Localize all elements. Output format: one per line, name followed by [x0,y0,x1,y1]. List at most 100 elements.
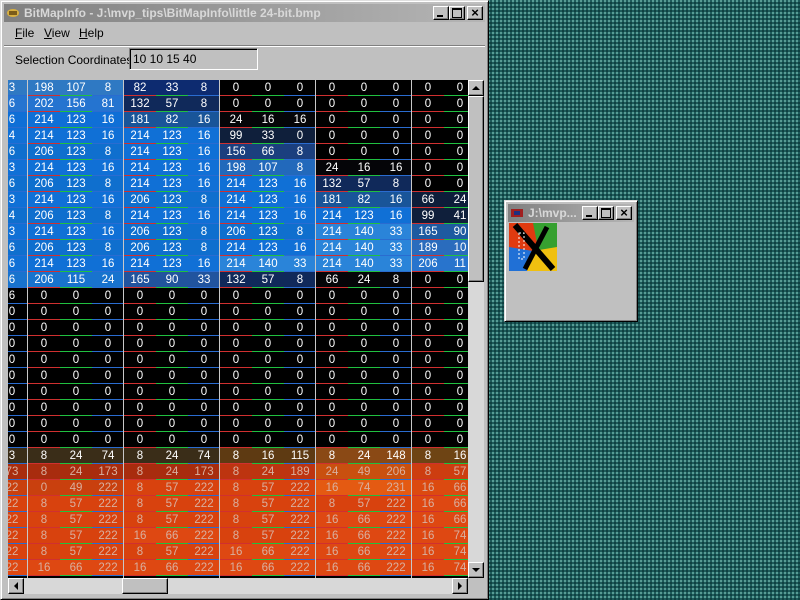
pixel-cell[interactable]: 16 [188,208,220,224]
pixel-cell[interactable]: 22 [8,528,28,544]
pixel-cell[interactable]: 8 [124,448,156,464]
pixel-cell[interactable]: 222 [380,560,412,576]
pixel-cell[interactable]: 148 [380,448,412,464]
pixel-cell[interactable]: 8 [284,144,316,160]
pixel-cell[interactable]: 8 [28,512,60,528]
pixel-cell[interactable]: 66 [60,560,92,576]
pixel-cell[interactable]: 222 [284,544,316,560]
pixel-value-grid[interactable]: 3 198 107 8 82 33 8 0 0 0 0 0 0 0 0 6 202 156 81 132 57 8 0 0 0 0… [8,80,468,578]
pixel-cell[interactable]: 0 [220,288,252,304]
pixel-cell[interactable]: 206 [412,256,444,272]
pixel-cell[interactable]: 0 [284,400,316,416]
pixel-cell[interactable]: 0 [380,384,412,400]
pixel-cell[interactable]: 123 [60,240,92,256]
pixel-cell[interactable]: 8 [220,480,252,496]
pixel-cell[interactable]: 0 [220,80,252,96]
pixel-cell[interactable]: 123 [252,224,284,240]
pixel-cell[interactable]: 222 [188,544,220,560]
pixel-cell[interactable]: 0 [316,96,348,112]
pixel-cell[interactable]: 16 [380,160,412,176]
pixel-cell[interactable]: 6 [8,144,28,160]
pixel-cell[interactable]: 16 [284,176,316,192]
pixel-cell[interactable]: 24 [444,192,468,208]
pixel-cell[interactable]: 0 [124,288,156,304]
pixel-cell[interactable]: 214 [28,224,60,240]
pixel-cell[interactable]: 10 [444,240,468,256]
pixel-cell[interactable]: 16 [252,448,284,464]
pixel-cell[interactable]: 222 [188,512,220,528]
pixel-cell[interactable]: 198 [28,80,60,96]
horizontal-scrollbar[interactable] [8,578,468,594]
pixel-cell[interactable]: 123 [156,256,188,272]
pixel-cell[interactable]: 0 [252,416,284,432]
pixel-cell[interactable]: 24 [60,464,92,480]
pixel-cell[interactable]: 222 [284,480,316,496]
pixel-cell[interactable]: 0 [92,352,124,368]
pixel-cell[interactable]: 57 [60,528,92,544]
pixel-cell[interactable]: 0 [284,336,316,352]
pixel-cell[interactable]: 0 [8,384,28,400]
pixel-cell[interactable]: 66 [252,560,284,576]
pixel-cell[interactable]: 140 [348,256,380,272]
pixel-cell[interactable]: 0 [156,416,188,432]
pixel-cell[interactable]: 198 [220,160,252,176]
pixel-cell[interactable]: 165 [412,224,444,240]
pixel-cell[interactable]: 16 [380,192,412,208]
scroll-right-button[interactable] [452,578,468,594]
pixel-cell[interactable]: 206 [28,176,60,192]
pixel-cell[interactable]: 0 [444,368,468,384]
pixel-cell[interactable]: 66 [444,480,468,496]
pixel-cell[interactable]: 0 [28,304,60,320]
pixel-cell[interactable]: 8 [28,464,60,480]
pixel-cell[interactable]: 206 [380,464,412,480]
pixel-cell[interactable]: 123 [156,144,188,160]
pixel-cell[interactable]: 6 [8,176,28,192]
pixel-cell[interactable]: 0 [28,432,60,448]
pixel-cell[interactable]: 123 [156,128,188,144]
pixel-cell[interactable]: 206 [124,224,156,240]
pixel-cell[interactable]: 0 [60,416,92,432]
pixel-cell[interactable]: 222 [380,544,412,560]
pixel-cell[interactable]: 214 [220,208,252,224]
pixel-cell[interactable]: 33 [380,256,412,272]
pixel-cell[interactable]: 181 [316,192,348,208]
pixel-cell[interactable]: 16 [348,160,380,176]
pixel-cell[interactable]: 0 [380,320,412,336]
pixel-cell[interactable]: 214 [28,112,60,128]
pixel-cell[interactable]: 0 [220,336,252,352]
pixel-cell[interactable]: 222 [188,480,220,496]
pixel-cell[interactable]: 0 [252,352,284,368]
pixel-cell[interactable]: 57 [60,544,92,560]
pixel-cell[interactable]: 8 [220,464,252,480]
pixel-cell[interactable]: 0 [60,352,92,368]
pixel-cell[interactable]: 16 [188,144,220,160]
pixel-cell[interactable]: 206 [124,192,156,208]
pixel-cell[interactable]: 8 [220,496,252,512]
pixel-cell[interactable]: 0 [252,400,284,416]
pixel-cell[interactable]: 0 [60,336,92,352]
pixel-cell[interactable]: 66 [156,560,188,576]
pixel-cell[interactable]: 8 [188,240,220,256]
pixel-cell[interactable]: 16 [92,128,124,144]
pixel-cell[interactable]: 74 [444,528,468,544]
pixel-cell[interactable]: 0 [188,288,220,304]
pixel-cell[interactable]: 8 [92,80,124,96]
pixel-cell[interactable]: 107 [252,160,284,176]
pixel-cell[interactable]: 123 [156,192,188,208]
pixel-cell[interactable]: 0 [188,304,220,320]
pixel-cell[interactable]: 0 [412,128,444,144]
pixel-cell[interactable]: 8 [220,528,252,544]
pixel-cell[interactable]: 123 [60,128,92,144]
pixel-cell[interactable]: 16 [316,528,348,544]
pixel-cell[interactable]: 214 [28,256,60,272]
pixel-cell[interactable]: 0 [348,80,380,96]
pixel-cell[interactable]: 0 [380,80,412,96]
pixel-cell[interactable]: 0 [444,80,468,96]
vertical-scrollbar[interactable] [468,80,484,578]
pixel-cell[interactable]: 66 [348,528,380,544]
pixel-cell[interactable]: 0 [92,432,124,448]
pixel-cell[interactable]: 16 [284,240,316,256]
pixel-cell[interactable]: 0 [28,416,60,432]
pixel-cell[interactable]: 0 [188,400,220,416]
pixel-cell[interactable]: 0 [220,368,252,384]
